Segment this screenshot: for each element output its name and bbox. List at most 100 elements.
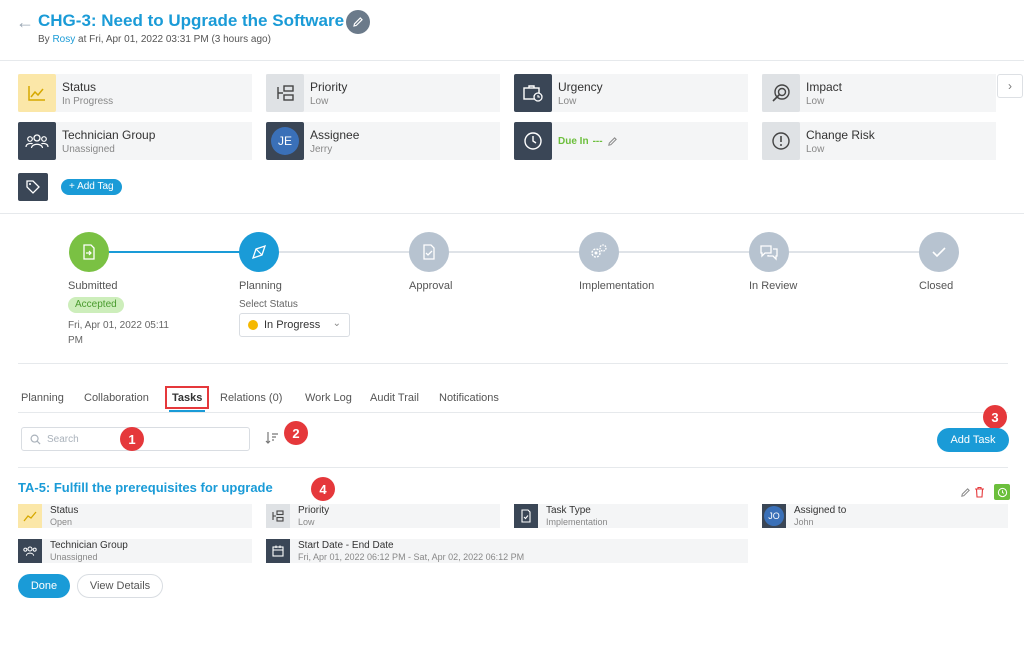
task-technician-group-field[interactable]: Technician Group Unassigned xyxy=(18,539,252,563)
done-button[interactable]: Done xyxy=(18,574,70,598)
pencil-icon[interactable] xyxy=(607,136,618,147)
tab-notifications[interactable]: Notifications xyxy=(439,392,499,404)
byline: By Rosy at Fri, Apr 01, 2022 03:31 PM (3… xyxy=(38,34,271,45)
timer-button[interactable] xyxy=(994,484,1010,500)
page-header: ← CHG-3: Need to Upgrade the Software By… xyxy=(16,8,1006,52)
task-priority-field[interactable]: Priority Low xyxy=(266,504,500,528)
stage-closed[interactable] xyxy=(919,232,959,272)
task-title-link[interactable]: TA-5: Fulfill the prerequisites for upgr… xyxy=(18,480,273,495)
field-label: Technician Group xyxy=(62,127,156,142)
author-link[interactable]: Rosy xyxy=(52,34,75,45)
stage-implementation[interactable] xyxy=(579,232,619,272)
field-value: Low xyxy=(298,517,315,527)
technician-group-field[interactable]: Technician Group Unassigned xyxy=(18,122,252,160)
header-divider xyxy=(0,60,1024,61)
priority-icon xyxy=(266,504,290,528)
priority-field[interactable]: Priority Low xyxy=(266,74,500,112)
field-value: Low xyxy=(558,95,577,107)
status-select[interactable]: In Progress ⌄ xyxy=(239,313,350,337)
change-risk-field[interactable]: Change Risk Low xyxy=(762,122,996,160)
field-value: Unassigned xyxy=(50,552,98,562)
edit-title-button[interactable] xyxy=(346,10,370,34)
due-in-field[interactable]: Due In --- xyxy=(514,122,748,160)
urgency-field[interactable]: Urgency Low xyxy=(514,74,748,112)
field-label: Status xyxy=(50,505,79,516)
priority-icon xyxy=(266,74,304,112)
users-group-icon xyxy=(18,122,56,160)
impact-icon xyxy=(762,74,800,112)
stage-in-review[interactable] xyxy=(749,232,789,272)
sort-icon[interactable] xyxy=(265,431,279,448)
stage-approval[interactable] xyxy=(409,232,449,272)
calendar-icon xyxy=(266,539,290,563)
back-arrow-icon[interactable]: ← xyxy=(16,12,34,33)
field-label: Assigned to xyxy=(794,505,847,516)
tab-collaboration[interactable]: Collaboration xyxy=(84,392,149,404)
status-field[interactable]: Status In Progress xyxy=(18,74,252,112)
chevron-right-icon[interactable]: › xyxy=(997,74,1023,98)
task-assigned-to-field[interactable]: JO Assigned to John xyxy=(762,504,1008,528)
field-value: Low xyxy=(806,95,825,107)
field-value: Unassigned xyxy=(62,143,115,155)
check-icon xyxy=(932,247,946,258)
trend-chart-icon xyxy=(18,74,56,112)
impact-field[interactable]: Impact Low xyxy=(762,74,996,112)
avatar: JE xyxy=(271,127,299,155)
task-status-field[interactable]: Status Open xyxy=(18,504,252,528)
stage-label: Implementation xyxy=(579,280,655,292)
stage-label: In Review xyxy=(749,280,798,292)
trash-icon[interactable] xyxy=(974,486,985,498)
chat-bubbles-icon xyxy=(760,245,778,261)
toolbar-divider xyxy=(18,467,1008,468)
tab-work-log[interactable]: Work Log xyxy=(305,392,352,404)
add-tag-button[interactable]: + Add Tag xyxy=(61,179,122,195)
stage-label: Closed xyxy=(919,280,954,292)
task-actions xyxy=(960,484,1010,500)
assignee-field[interactable]: JE Assignee Jerry xyxy=(266,122,500,160)
tab-relations[interactable]: Relations (0) xyxy=(220,392,282,404)
tab-planning[interactable]: Planning xyxy=(21,392,64,404)
planning-icon xyxy=(251,244,267,260)
stage-label: Planning xyxy=(239,280,282,292)
tag-icon[interactable] xyxy=(18,173,48,201)
pencil-icon[interactable] xyxy=(960,487,971,498)
status-dot xyxy=(248,320,258,330)
assignee-avatar-frame: JO xyxy=(762,504,786,528)
stage-planning[interactable] xyxy=(239,232,279,272)
pipeline-line-done xyxy=(108,251,240,253)
document-check-icon xyxy=(514,504,538,528)
briefcase-clock-icon xyxy=(514,74,552,112)
field-label: Status xyxy=(62,79,97,94)
avatar: JO xyxy=(764,506,784,526)
annotation-badge-2: 2 xyxy=(284,421,308,445)
stage-label: Submitted xyxy=(68,280,118,292)
add-task-button[interactable]: Add Task xyxy=(937,428,1009,452)
tags-divider xyxy=(0,213,1024,214)
selected-status: In Progress xyxy=(264,319,321,331)
field-value: Fri, Apr 01, 2022 06:12 PM - Sat, Apr 02… xyxy=(298,552,525,562)
field-label: Change Risk xyxy=(806,127,875,142)
page-title: CHG-3: Need to Upgrade the Software xyxy=(38,11,345,30)
field-label: Priority xyxy=(310,79,348,94)
field-label: Technician Group xyxy=(50,540,128,551)
created-timestamp: at Fri, Apr 01, 2022 03:31 PM (3 hours a… xyxy=(78,34,271,45)
chevron-down-icon: ⌄ xyxy=(332,318,341,329)
task-type-field[interactable]: Task Type Implementation xyxy=(514,504,748,528)
clock-icon xyxy=(514,122,552,160)
stage-submitted[interactable] xyxy=(69,232,109,272)
field-label: Start Date - End Date xyxy=(298,540,394,551)
stage-label: Approval xyxy=(409,280,453,292)
task-dates-field[interactable]: Start Date - End Date Fri, Apr 01, 2022 0… xyxy=(266,539,748,563)
field-value: Open xyxy=(50,517,73,527)
field-label: Priority xyxy=(298,505,330,516)
tab-audit-trail[interactable]: Audit Trail xyxy=(370,392,419,404)
annotation-badge-4: 4 xyxy=(311,477,335,501)
view-details-button[interactable]: View Details xyxy=(77,574,163,598)
field-label: Assignee xyxy=(310,127,360,142)
clock-icon xyxy=(997,487,1007,497)
field-label: Urgency xyxy=(558,79,603,94)
users-group-icon xyxy=(18,539,42,563)
field-value: Jerry xyxy=(310,143,333,155)
field-value: In Progress xyxy=(62,95,114,107)
pipeline-divider xyxy=(18,363,1008,364)
